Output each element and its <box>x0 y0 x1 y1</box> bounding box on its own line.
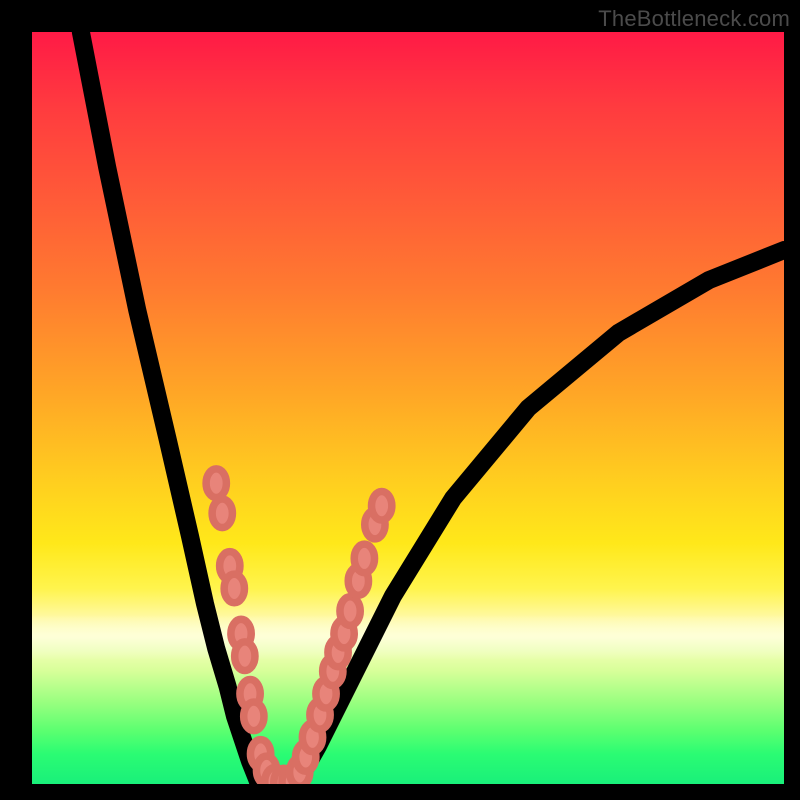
chart-root: TheBottleneck.com <box>0 0 800 800</box>
data-marker <box>224 574 244 603</box>
data-marker <box>354 544 374 573</box>
plot-area <box>32 32 784 784</box>
curve-layer <box>32 32 784 784</box>
watermark-text: TheBottleneck.com <box>598 6 790 32</box>
data-marker <box>206 469 226 498</box>
data-marker <box>212 499 232 528</box>
data-marker <box>372 491 392 520</box>
data-marker <box>340 597 360 626</box>
data-marker <box>235 642 255 671</box>
curve-left-branch <box>81 32 258 780</box>
data-marker <box>244 702 264 731</box>
